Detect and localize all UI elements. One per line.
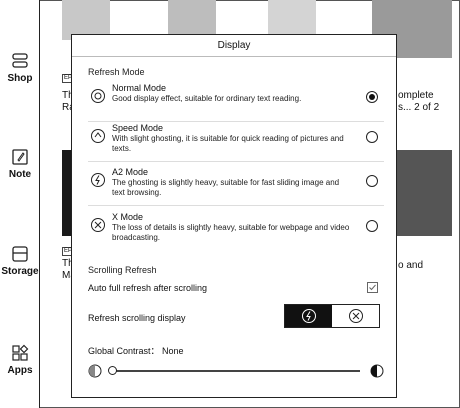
mode-option-normal[interactable]: Normal Mode Good display effect, suitabl… [88,82,384,122]
normal-mode-icon [91,89,105,103]
refresh-mode-heading: Refresh Mode [88,67,145,77]
scroll-refresh-x-option[interactable] [332,305,379,327]
display-dialog: Display Refresh Mode Normal Mode Good di… [71,34,397,398]
mode-description: The loss of details is slightly heavy, s… [112,223,350,242]
sidebar-item-label: Note [8,169,32,180]
high-contrast-icon [370,364,384,378]
contrast-slider[interactable] [88,364,384,378]
storage-icon [12,246,28,262]
sidebar-item-shop[interactable]: Shop [0,52,40,84]
low-contrast-icon [88,364,102,378]
mode-title: Speed Mode [112,123,164,133]
mode-title: X Mode [112,212,144,222]
a2-mode-icon [302,309,316,323]
x-mode-icon [91,218,105,232]
note-icon [12,149,28,165]
mode-description: With slight ghosting, it is suitable for… [112,134,344,153]
auto-full-refresh-label: Auto full refresh after scrolling [88,283,208,293]
a2-mode-icon [91,173,105,187]
mode-option-speed[interactable]: Speed Mode With slight ghosting, it is s… [88,122,384,162]
mode-description: Good display effect, suitable for ordina… [112,94,302,103]
mode-radio[interactable] [366,220,378,232]
global-contrast-row: Global Contrast： None [88,344,384,357]
mode-radio[interactable] [366,91,378,103]
auto-full-refresh-checkbox[interactable] [367,282,378,293]
refresh-scrolling-display-toggle [284,304,380,328]
mode-radio[interactable] [366,175,378,187]
book-title-fragment: s... 2 of 2 [398,102,440,113]
global-contrast-label: Global Contrast： None [88,346,184,356]
mode-option-a2[interactable]: A2 Mode The ghosting is slightly heavy, … [88,166,384,206]
sidebar-item-storage[interactable]: Storage [0,245,40,277]
refresh-scrolling-display-label: Refresh scrolling display [88,313,186,323]
apps-icon [12,344,29,361]
mode-radio[interactable] [366,131,378,143]
sidebar-item-note[interactable]: Note [0,148,40,180]
book-title-fragment: o and [398,260,424,271]
slider-handle[interactable] [108,366,117,375]
sidebar: Shop Note Storage Apps [0,0,40,408]
checkmark-icon [369,284,376,291]
mode-title: Normal Mode [112,83,167,93]
book-cover[interactable] [396,150,452,236]
x-mode-icon [349,309,363,323]
sidebar-item-label: Storage [1,266,39,277]
sidebar-item-label: Apps [7,365,33,376]
auto-full-refresh-row[interactable]: Auto full refresh after scrolling [88,282,384,293]
shop-icon [12,53,28,68]
book-title-fragment: omplete [398,90,434,101]
scroll-refresh-a2-option[interactable] [285,305,332,327]
mode-description: The ghosting is slightly heavy, suitable… [112,178,340,197]
scrolling-refresh-heading: Scrolling Refresh [88,265,157,275]
dialog-title: Display [72,35,396,57]
sidebar-item-apps[interactable]: Apps [0,344,40,376]
sidebar-item-label: Shop [7,73,33,84]
speed-mode-icon [91,129,105,143]
mode-title: A2 Mode [112,167,149,177]
slider-track[interactable] [110,370,360,372]
mode-option-x[interactable]: X Mode The loss of details is slightly h… [88,211,384,251]
